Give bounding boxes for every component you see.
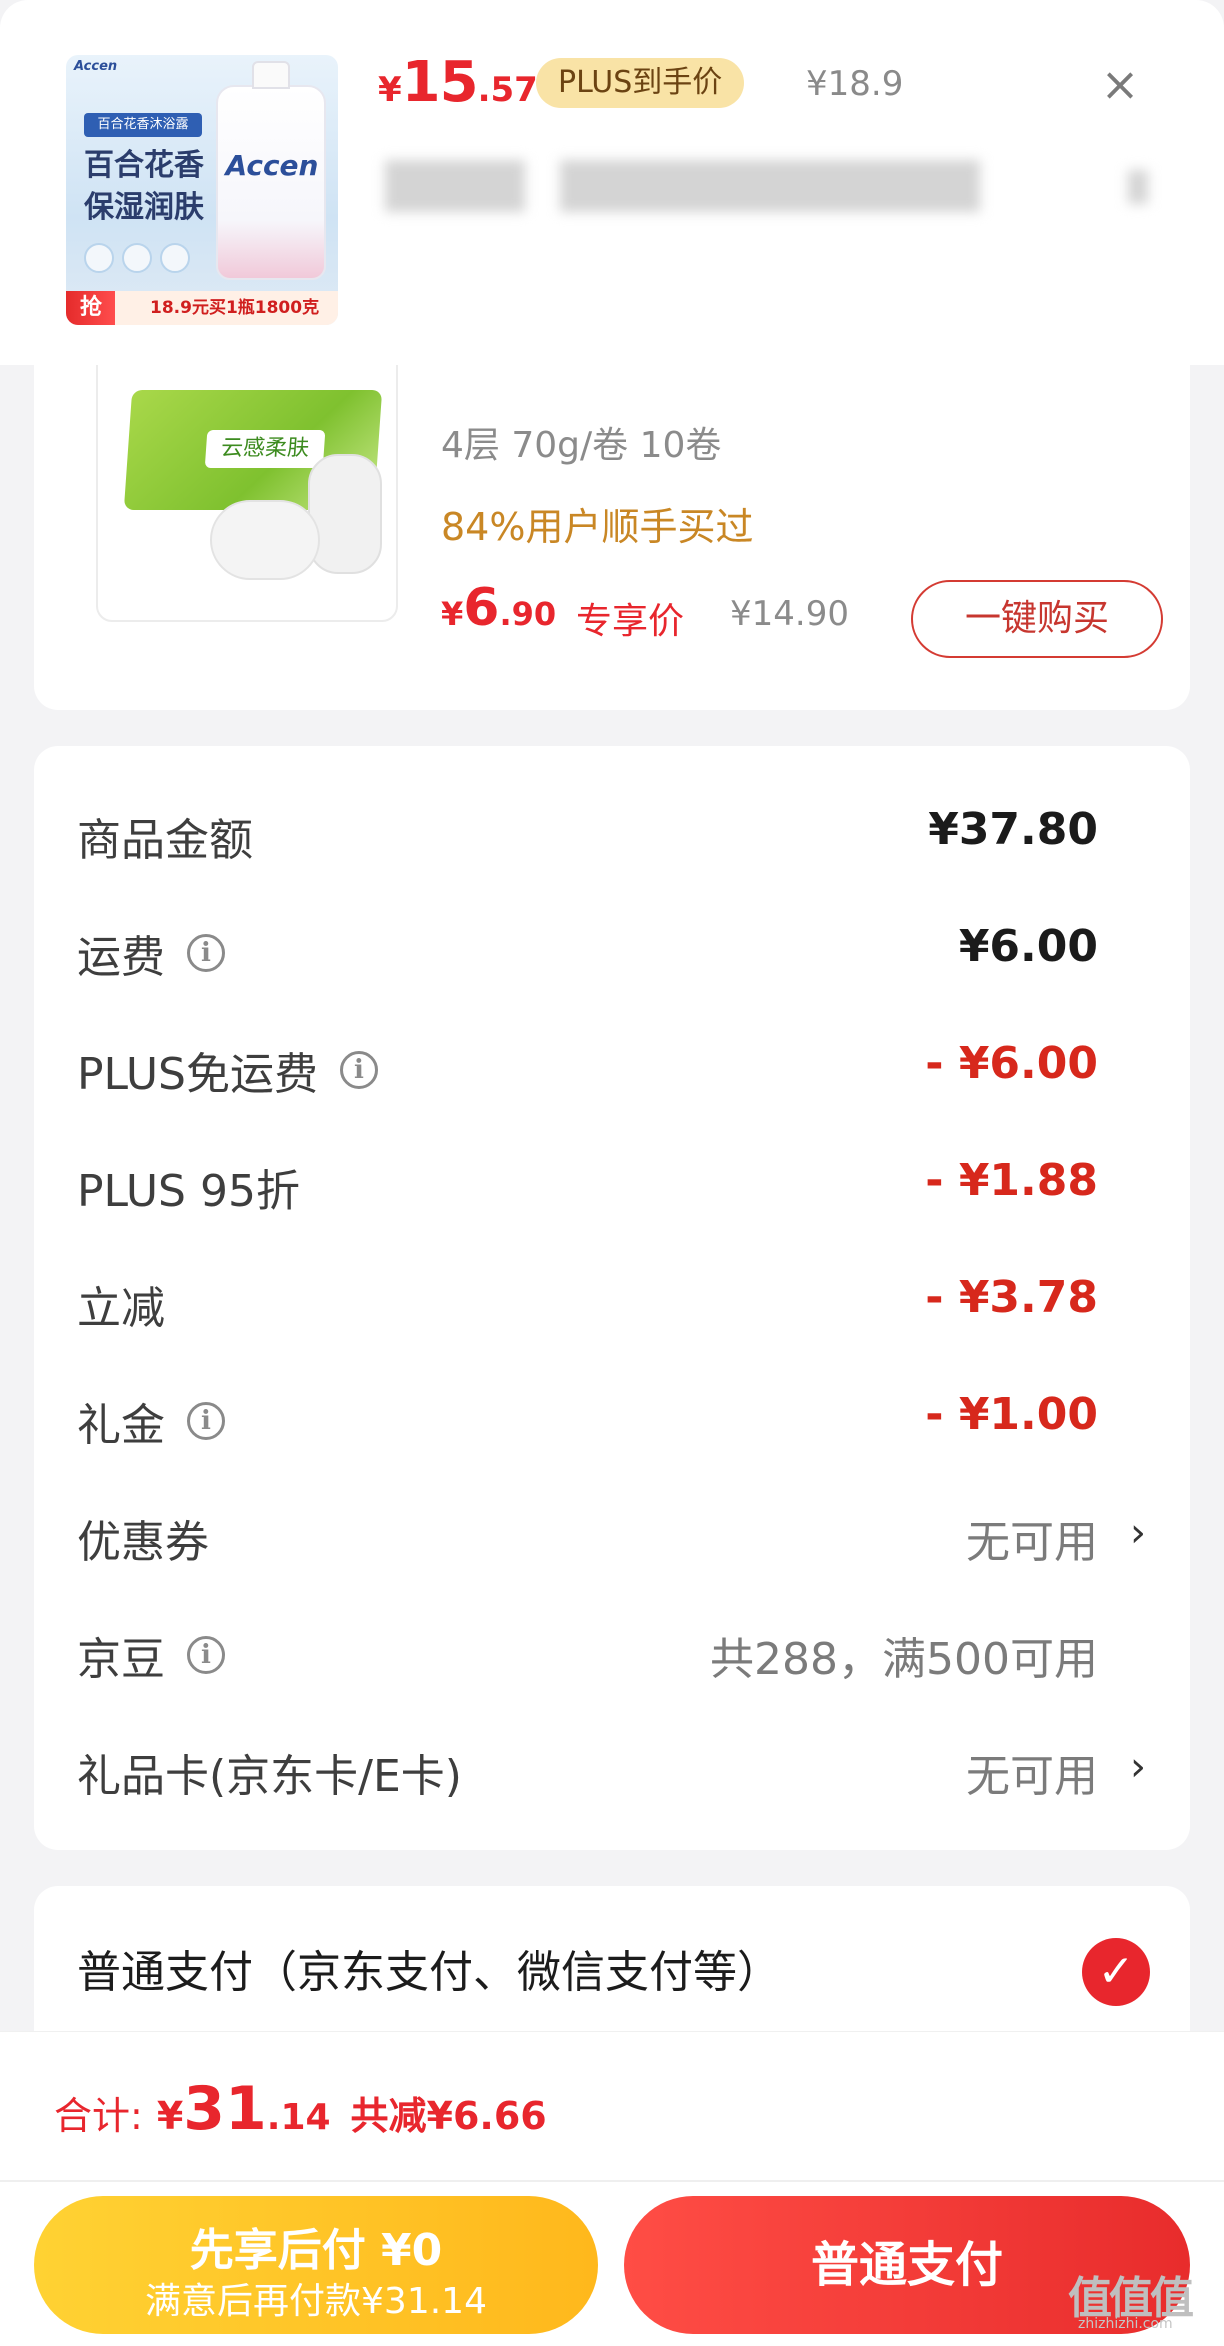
total-label: 合计: [54,2094,143,2138]
tissue-roll [210,500,320,580]
row-label: 优惠券 [77,1506,209,1570]
row-label: 商品金额 [77,804,253,868]
pay-later-title: 先享后付 ¥0 [189,2225,443,2276]
plus-price-badge: PLUS到手价 [536,58,745,108]
row-value: - ¥1.88 [925,1155,1098,1206]
row-value: - ¥3.78 [925,1272,1098,1323]
chevron-right-icon[interactable]: › [1130,1744,1146,1790]
header-price-symbol: ¥ [378,70,402,110]
row-value: 共288，满500可用 [710,1634,1098,1685]
row-label-text: 优惠券 [77,1517,209,1568]
pay-later-subtitle: 满意后再付款¥31.14 [145,2281,487,2322]
row-label-text: PLUS免运费 [77,1049,318,1100]
row-plus-discount: PLUS 95折 - ¥1.88 [34,1137,1190,1227]
header-price-dec: .57 [477,70,538,110]
thumb-tag: 百合花香沐浴露 [84,113,202,137]
badge-dot [84,243,114,273]
check-icon[interactable]: ✓ [1082,1938,1150,2006]
row-label: 礼金 i [77,1389,225,1453]
row-value: - ¥1.00 [925,1389,1098,1440]
close-icon[interactable]: × [1096,60,1144,108]
row-label: 京豆 i [77,1623,225,1687]
thumb-badges [84,243,190,273]
thumb-brand: Accen [74,59,118,74]
bottle-pump [252,61,290,89]
product-price-dec: .90 [499,595,557,633]
row-label: 礼品卡(京东卡/E卡) [77,1740,462,1804]
row-value: 无可用 [966,1517,1098,1568]
row-label-text: 商品金额 [77,815,253,866]
product-price: ¥ 6 .90 [441,578,556,638]
total-dec: .14 [266,2097,331,2138]
divider [0,2180,1224,2182]
one-click-buy-button[interactable]: 一键购买 [911,580,1163,658]
row-label-text: PLUS 95折 [77,1166,300,1217]
badge-dot [122,243,152,273]
tissue-product-image[interactable]: 云感柔肤 [96,340,398,622]
row-gift-money: 礼金 i - ¥1.00 [34,1371,1190,1461]
pack-label: 云感柔肤 [204,430,326,468]
total-savings: 共减¥6.66 [350,2094,547,2138]
info-icon[interactable]: i [187,1636,225,1674]
watermark-url: zhizhizhi.com [1078,2316,1173,2332]
pay-later-button[interactable]: 先享后付 ¥0 满意后再付款¥31.14 [34,2196,598,2334]
total-int: 31 [183,2074,267,2144]
row-goods-amount: 商品金额 ¥37.80 [34,786,1190,876]
thumb-copy-line2: 保湿润肤 [84,190,204,225]
row-instant-discount: 立减 - ¥3.78 [34,1254,1190,1344]
product-thumbnail[interactable]: Accen 百合花香沐浴露 百合花香 保湿润肤 Accen 抢 18.9元买1瓶… [66,55,338,325]
payment-method-label: 普通支付（京东支付、微信支付等） [77,1947,781,1998]
blurred-title [1128,170,1148,204]
row-value: ¥6.00 [958,921,1098,972]
product-buyers-rate: 84%用户顺手买过 [441,505,754,549]
bottle-logo: Accen [225,149,319,182]
row-label-text: 京豆 [77,1634,165,1685]
price-breakdown-card: 商品金额 ¥37.80 运费 i ¥6.00 PLUS免运费 i - ¥6.00 P… [34,746,1190,1850]
header-price: ¥ 15 .57 [378,50,538,115]
checkout-bottom-bar: 合计: ¥ 31 .14 共减¥6.66 先享后付 ¥0 满意后再付款¥31.1… [0,2031,1224,2346]
product-header: Accen 百合花香沐浴露 百合花香 保湿润肤 Accen 抢 18.9元买1瓶… [0,0,1224,365]
row-label: 运费 i [77,921,225,985]
product-price-int: 6 [463,578,500,638]
row-jd-beans: 京豆 i 共288，满500可用 [34,1605,1190,1695]
exclusive-price-label: 专享价 [576,601,685,642]
row-label-text: 立减 [77,1283,165,1334]
tissue-roll [308,454,382,574]
thumb-copy-line1: 百合花香 [84,148,204,183]
order-total: 合计: ¥ 31 .14 共减¥6.66 [54,2074,547,2144]
row-label: PLUS 95折 [77,1155,300,1219]
row-gift-card[interactable]: 礼品卡(京东卡/E卡) 无可用 › [34,1722,1190,1812]
bottle-image: Accen [216,61,326,280]
row-label-text: 礼金 [77,1400,165,1451]
row-label: PLUS免运费 i [77,1038,378,1102]
row-value: ¥37.80 [928,804,1098,855]
row-coupon[interactable]: 优惠券 无可用 › [34,1488,1190,1578]
thumb-promo-strip: 抢 18.9元买1瓶1800克 [66,291,338,325]
blurred-title [560,160,980,212]
row-label-text: 运费 [77,932,165,983]
blurred-title [385,160,525,212]
row-label: 立减 [77,1272,165,1336]
header-old-price: ¥18.9 [806,64,904,104]
badge-dot [160,243,190,273]
promo-tag: 抢 [79,295,102,320]
total-symbol: ¥ [156,2094,184,2138]
info-icon[interactable]: i [187,934,225,972]
row-value: 无可用 [966,1751,1098,1802]
row-plus-free-shipping: PLUS免运费 i - ¥6.00 [34,1020,1190,1110]
promo-text: 18.9元买1瓶1800克 [150,298,320,318]
row-shipping: 运费 i ¥6.00 [34,903,1190,993]
thumb-copy: 百合花香 保湿润肤 [84,145,204,229]
row-value: - ¥6.00 [925,1038,1098,1089]
checkout-page: Accen 百合花香沐浴露 百合花香 保湿润肤 Accen 抢 18.9元买1瓶… [0,0,1224,2346]
header-price-int: 15 [401,50,479,115]
product-price-symbol: ¥ [441,595,464,633]
product-old-price: ¥14.90 [730,594,849,634]
product-spec: 4层 70g/卷 10卷 [441,425,722,466]
row-label-text: 礼品卡(京东卡/E卡) [77,1751,462,1802]
info-icon[interactable]: i [340,1051,378,1089]
addon-product-card: 云感柔肤 4层 70g/卷 10卷 84%用户顺手买过 ¥ 6 .90 专享价 … [34,330,1190,710]
info-icon[interactable]: i [187,1402,225,1440]
chevron-right-icon[interactable]: › [1130,1510,1146,1556]
